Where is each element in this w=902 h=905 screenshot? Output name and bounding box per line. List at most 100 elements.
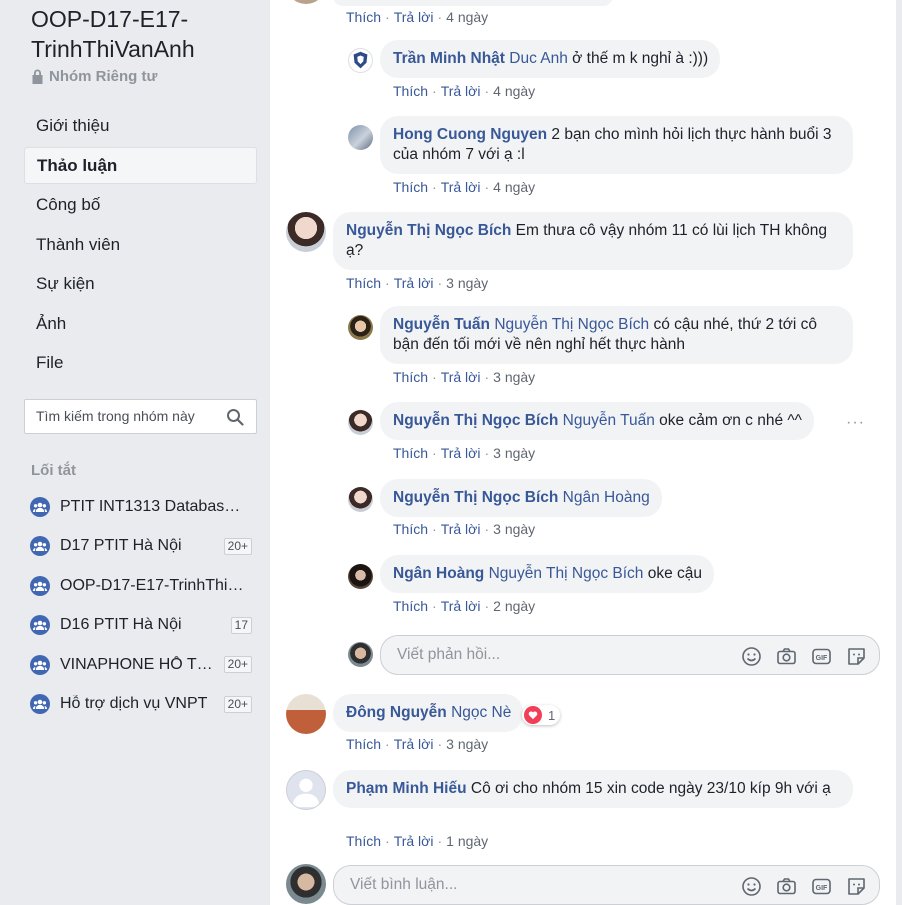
group-title[interactable]: OOP-D17-E17-TrinhThiVanAnh	[31, 4, 261, 64]
reply-link[interactable]: Trả lời	[441, 179, 481, 195]
mention-link[interactable]: Ngọc Nè	[451, 704, 511, 721]
timestamp[interactable]: 3 ngày	[446, 736, 488, 752]
shortcut-item[interactable]: VINAPHONE HỖ T… 20+	[30, 645, 252, 685]
avatar[interactable]	[348, 564, 373, 589]
gif-icon[interactable]: GIF	[811, 876, 832, 897]
like-link[interactable]: Thích	[346, 833, 381, 849]
comment-author[interactable]: Nguyễn Thị Ngọc Bích	[346, 222, 511, 239]
like-link[interactable]: Thích	[393, 179, 428, 195]
timestamp[interactable]: 2 ngày	[493, 598, 535, 614]
comment-author[interactable]: Nguyễn Tuấn	[393, 316, 490, 333]
timestamp[interactable]: 4 ngày	[493, 83, 535, 99]
comment-author[interactable]: Phạm Minh Hiếu	[346, 780, 467, 797]
avatar[interactable]	[348, 48, 373, 73]
avatar[interactable]	[348, 315, 373, 340]
gif-icon[interactable]: GIF	[811, 646, 832, 667]
like-link[interactable]: Thích	[393, 445, 428, 461]
reply-link[interactable]: Trả lời	[394, 275, 434, 291]
nav-item-photos[interactable]: Ảnh	[24, 305, 257, 342]
timestamp[interactable]: 4 ngày	[446, 9, 488, 25]
reaction-number: 1	[548, 707, 556, 723]
mention-link[interactable]: Ngân Hoàng	[563, 489, 650, 506]
emoji-icon[interactable]	[741, 876, 762, 897]
avatar[interactable]	[348, 125, 373, 150]
like-link[interactable]: Thích	[393, 369, 428, 385]
reaction-count[interactable]: 1	[522, 705, 561, 725]
reply-link[interactable]: Trả lời	[441, 445, 481, 461]
shortcut-label: D16 PTIT Hà Nội	[60, 616, 182, 634]
nav-item-intro[interactable]: Giới thiệu	[24, 107, 257, 144]
comment-author[interactable]: Trần Minh Nhật	[393, 50, 505, 67]
timestamp[interactable]: 1 ngày	[446, 833, 488, 849]
timestamp[interactable]: 3 ngày	[493, 521, 535, 537]
comment-author[interactable]: Đông Nguyễn	[346, 704, 447, 721]
group-icon	[30, 654, 50, 675]
comment-bubble: Hong Cuong Nguyen 2 bạn cho mình hỏi lịc…	[380, 116, 853, 174]
composer-tools: GIF	[741, 876, 867, 897]
notification-badge: 20+	[223, 656, 252, 674]
svg-text:GIF: GIF	[816, 885, 828, 892]
more-options-icon[interactable]: ···	[846, 414, 865, 432]
emoji-icon[interactable]	[741, 646, 762, 667]
comment-author[interactable]: Nguyễn Thị Ngọc Bích	[393, 489, 558, 506]
like-link[interactable]: Thích	[346, 736, 381, 752]
reply-link[interactable]: Trả lời	[394, 9, 434, 25]
group-search-input[interactable]	[36, 408, 216, 424]
mention-link[interactable]: Nguyễn Thị Ngọc Bích	[489, 565, 644, 582]
timestamp[interactable]: 3 ngày	[493, 445, 535, 461]
comment-author[interactable]: Ngân Hoàng	[393, 565, 484, 582]
search-icon[interactable]	[226, 408, 244, 426]
nav-item-events[interactable]: Sự kiện	[24, 265, 257, 302]
avatar[interactable]	[348, 487, 373, 512]
comment-author[interactable]: Hong Cuong Nguyen	[393, 126, 547, 143]
sticker-icon[interactable]	[846, 646, 867, 667]
camera-icon[interactable]	[776, 876, 797, 897]
nav-item-announcements[interactable]: Công bố	[24, 186, 257, 223]
avatar[interactable]	[286, 212, 326, 252]
reply-link[interactable]: Trả lời	[394, 736, 434, 752]
nav-item-members[interactable]: Thành viên	[24, 226, 257, 263]
timestamp[interactable]: 3 ngày	[493, 369, 535, 385]
group-icon	[30, 536, 50, 557]
shortcut-item[interactable]: OOP-D17-E17-TrinhThi…	[30, 566, 252, 606]
like-link[interactable]: Thích	[393, 83, 428, 99]
mention-link[interactable]: Duc Anh	[509, 50, 568, 67]
reply-link[interactable]: Trả lời	[441, 598, 481, 614]
comment-bubble: Nguyễn Tuấn Nguyễn Thị Ngọc Bích có cậu …	[380, 306, 853, 364]
shortcut-item[interactable]: Hỗ trợ dịch vụ VNPT 20+	[30, 685, 252, 725]
timestamp[interactable]: 4 ngày	[493, 179, 535, 195]
reply-link[interactable]: Trả lời	[441, 521, 481, 537]
nav-item-files[interactable]: File	[24, 344, 257, 381]
comment-text: Cô ơi cho nhóm 15 xin code ngày 23/10 kí…	[466, 780, 831, 797]
like-link[interactable]: Thích	[393, 521, 428, 537]
sticker-icon[interactable]	[846, 876, 867, 897]
reply-link[interactable]: Trả lời	[441, 369, 481, 385]
avatar[interactable]	[348, 410, 373, 435]
reply-link[interactable]: Trả lời	[441, 83, 481, 99]
timestamp[interactable]: 3 ngày	[446, 275, 488, 291]
comment-bubble: Đông Nguyễn Ngọc Nè	[333, 694, 524, 732]
avatar[interactable]	[286, 0, 326, 4]
nav-item-discussion[interactable]: Thảo luận	[24, 146, 257, 184]
comment-input[interactable]	[350, 876, 650, 894]
like-link[interactable]: Thích	[346, 275, 381, 291]
shortcut-item[interactable]: PTIT INT1313 Databas…	[30, 487, 252, 527]
shortcut-item[interactable]: D17 PTIT Hà Nội 20+	[30, 527, 252, 567]
like-link[interactable]: Thích	[346, 9, 381, 25]
page-scrollbar[interactable]	[896, 0, 902, 905]
reply-input[interactable]	[397, 646, 697, 664]
default-avatar[interactable]	[286, 770, 326, 810]
comment-actions: Thích · Trả lời · 3 ngày	[346, 275, 489, 291]
comment-author[interactable]: Nguyễn Thị Ngọc Bích	[393, 412, 558, 429]
mention-link[interactable]: Nguyễn Tuấn	[563, 412, 655, 429]
mention-link[interactable]: Nguyễn Thị Ngọc Bích	[494, 316, 649, 333]
composer-tools: GIF	[741, 646, 867, 667]
comment-actions: Thích · Trả lời · 2 ngày	[393, 598, 536, 614]
camera-icon[interactable]	[776, 646, 797, 667]
avatar[interactable]	[286, 694, 326, 734]
shortcut-item[interactable]: D16 PTIT Hà Nội 17	[30, 606, 252, 646]
like-link[interactable]: Thích	[393, 598, 428, 614]
reply-link[interactable]: Trả lời	[394, 833, 434, 849]
group-search	[24, 399, 257, 434]
shortcut-label: PTIT INT1313 Databas…	[60, 497, 241, 515]
